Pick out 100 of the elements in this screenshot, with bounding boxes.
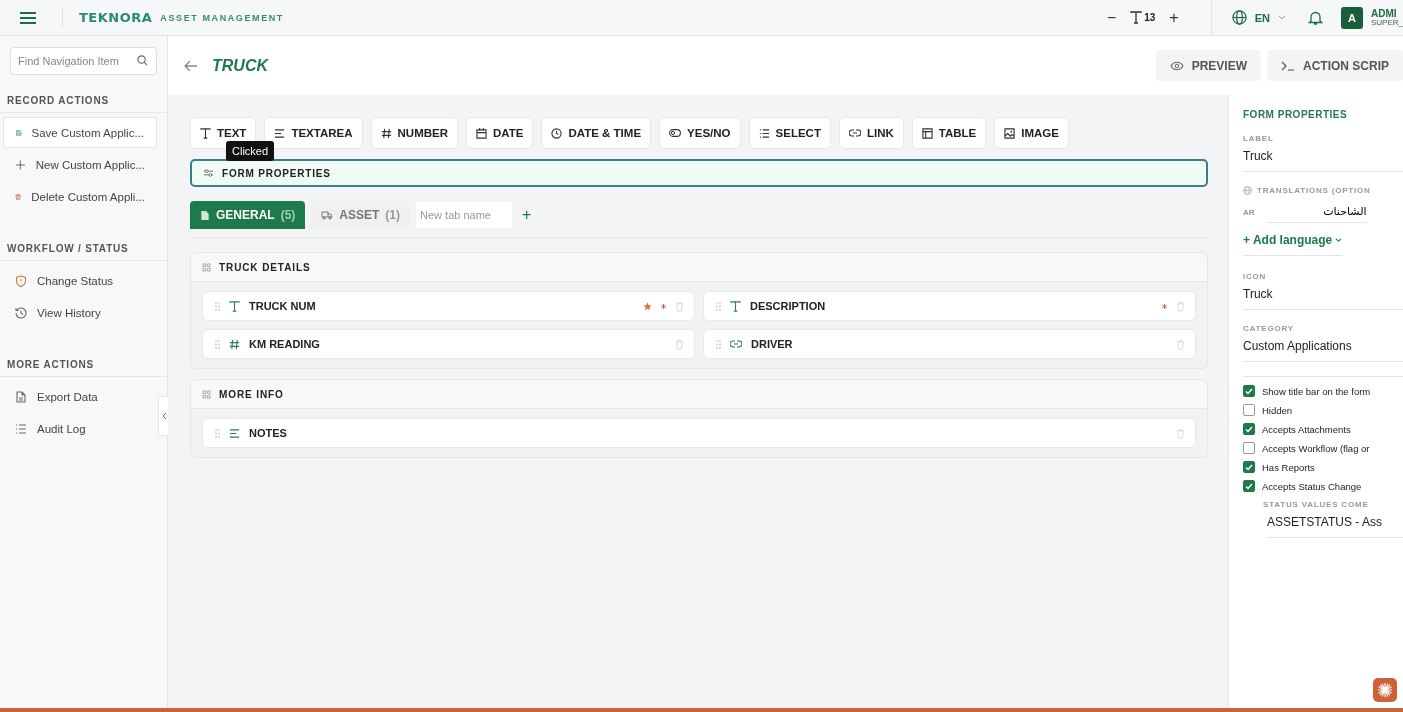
clicked-tooltip: Clicked (226, 141, 275, 161)
language-selector[interactable]: EN (1254, 11, 1270, 24)
drag-handle-icon[interactable] (215, 428, 220, 438)
section-heading: RECORD ACTIONS (0, 75, 167, 113)
link-icon (848, 129, 861, 137)
checkbox-label: Show title bar on the form (1262, 385, 1371, 397)
checkbox[interactable] (1243, 423, 1255, 435)
field-card[interactable]: TRUCK NUM (202, 291, 695, 321)
toggle-icon (669, 129, 682, 137)
user-role: SUPER_ (1371, 18, 1403, 27)
document-icon (15, 390, 27, 403)
search-field[interactable]: Find Navigation Item (10, 47, 157, 75)
field-card[interactable]: DRIVER (703, 329, 1196, 359)
nav-item[interactable]: New Custom Applic... (3, 149, 157, 180)
user-avatar[interactable]: A (1341, 6, 1363, 29)
chevron-down-icon (1335, 237, 1343, 243)
field-card[interactable]: KM READING (202, 329, 695, 359)
panel-title: FORM PROPERTIES (1243, 109, 1349, 120)
tab[interactable]: ASSET (1) (311, 201, 411, 229)
nav-item[interactable]: Save Custom Applic... (3, 117, 157, 148)
checkbox-label: Has Reports (1262, 461, 1315, 473)
section-heading: WORKFLOW / STATUS (0, 223, 167, 261)
assistant-button[interactable] (1373, 678, 1397, 702)
status-source-field[interactable]: ASSETSTATUS - Ass (1267, 509, 1403, 538)
checkbox-label: Accepts Workflow (flag or (1262, 442, 1370, 454)
field-heading: STATUS VALUES COME (1263, 500, 1370, 509)
checkbox[interactable] (1243, 461, 1255, 473)
field-label: DESCRIPTION (750, 300, 826, 312)
increase-font-button[interactable]: + (1163, 8, 1185, 27)
section-title: MORE INFO (219, 388, 284, 400)
section-heading: MORE ACTIONS (0, 339, 167, 377)
new-tab-field[interactable]: New tab name (416, 202, 513, 228)
grid-icon (202, 262, 211, 272)
field-card[interactable]: NOTES (202, 418, 1196, 448)
script-button[interactable]: ACTION SCRIP (1267, 50, 1403, 81)
checkbox[interactable] (1243, 480, 1255, 492)
add-tab-button[interactable]: + (518, 206, 536, 224)
shield-icon (15, 274, 27, 287)
table-icon (921, 127, 933, 139)
back-arrow-icon[interactable] (184, 59, 198, 72)
field-type-button[interactable]: DATE & TIME (541, 117, 652, 149)
user-name: ADMI (1371, 8, 1398, 19)
eye-icon (1169, 60, 1184, 71)
link-icon (730, 340, 742, 348)
terminal-icon (1281, 60, 1295, 71)
section-title: TRUCK DETAILS (219, 261, 311, 273)
icon-field[interactable]: Truck (1243, 281, 1403, 310)
menu-icon[interactable] (20, 11, 36, 24)
preview-button[interactable]: PREVIEW (1155, 50, 1261, 81)
drag-handle-icon[interactable] (215, 339, 220, 349)
nav-item[interactable]: Change Status (3, 265, 157, 296)
add-language-button[interactable]: + Add language (1243, 223, 1343, 256)
sliders-icon (203, 168, 214, 178)
checkbox[interactable] (1243, 404, 1255, 416)
brand-logo: TEKNORA (79, 10, 153, 25)
field-heading: CATEGORY (1243, 324, 1295, 333)
bell-icon[interactable] (1308, 9, 1323, 26)
field-type-button[interactable]: IMAGE (994, 117, 1069, 149)
grid-icon (202, 389, 211, 399)
font-size-icon (1130, 11, 1143, 24)
field-type-button[interactable]: TABLE (911, 117, 987, 149)
field-label: TRUCK NUM (249, 300, 316, 312)
drag-handle-icon[interactable] (716, 301, 721, 311)
truck-icon (321, 210, 334, 220)
field-label: DRIVER (751, 338, 793, 350)
search-icon (137, 55, 148, 66)
field-card[interactable]: DESCRIPTION (703, 291, 1196, 321)
field-type-button[interactable]: SELECT (748, 117, 831, 149)
checkbox-label: Accepts Status Change (1262, 480, 1362, 492)
decrease-font-button[interactable]: − (1100, 8, 1123, 27)
checkbox[interactable] (1243, 385, 1255, 397)
list-icon (15, 422, 27, 435)
text-icon (229, 300, 240, 312)
language-code: AR (1243, 207, 1255, 217)
label-field[interactable]: Truck (1243, 143, 1403, 172)
drag-handle-icon[interactable] (215, 301, 220, 311)
star-icon[interactable] (643, 301, 652, 311)
field-type-button[interactable]: LINK (838, 117, 904, 149)
checkbox-label: Accepts Attachments (1262, 423, 1351, 435)
globe-icon[interactable] (1231, 10, 1247, 25)
globe-icon (1243, 186, 1252, 195)
field-type-button[interactable]: DATE (466, 117, 534, 149)
page-title: TRUCK (212, 56, 268, 75)
category-field[interactable]: Custom Applications (1243, 333, 1403, 362)
drag-handle-icon[interactable] (716, 339, 721, 349)
tab[interactable]: GENERAL (5) (190, 201, 306, 229)
field-heading: LABEL (1243, 134, 1275, 143)
nav-item[interactable]: Export Data (3, 381, 157, 412)
sparkle-icon (1377, 682, 1393, 698)
checkbox[interactable] (1243, 442, 1255, 454)
nav-item[interactable]: View History (3, 297, 157, 328)
nav-item[interactable]: Audit Log (3, 413, 157, 444)
field-type-button[interactable]: NUMBER (370, 117, 458, 149)
nav-item[interactable]: Delete Custom Appli... (3, 181, 157, 212)
list-icon (758, 127, 770, 139)
field-heading: TRANSLATIONS (OPTION (1257, 186, 1371, 195)
product-name: ASSET MANAGEMENT (160, 12, 284, 23)
form-properties-bar[interactable]: FORM PROPERTIES (190, 159, 1208, 187)
text-icon (200, 127, 211, 139)
field-type-button[interactable]: YES/NO (659, 117, 741, 149)
